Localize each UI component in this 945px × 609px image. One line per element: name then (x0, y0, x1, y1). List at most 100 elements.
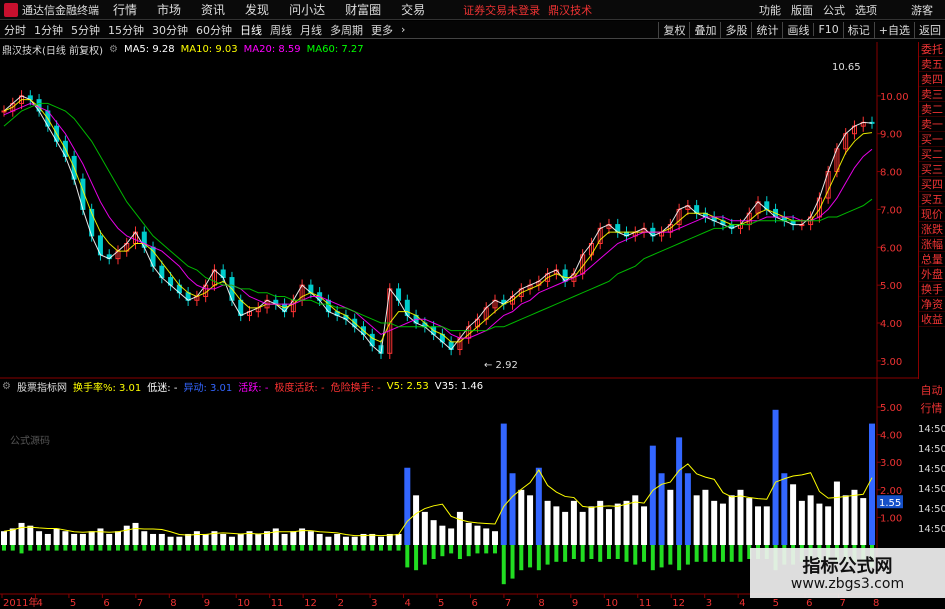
turnover-bar (97, 528, 104, 545)
turnover-bar (676, 437, 683, 545)
time-tick-label: 4 (405, 598, 411, 609)
quote-panel-item[interactable]: 收益 (919, 312, 945, 327)
quote-panel-item[interactable]: 卖四 (919, 72, 945, 87)
turnover-neg-bar (580, 545, 585, 562)
turnover-neg-bar (151, 545, 156, 551)
time-tick-label: 5 (438, 598, 444, 609)
turnover-neg-bar (326, 545, 331, 551)
quote-panel-item[interactable]: 涨幅 (919, 237, 945, 252)
turnover-neg-bar (598, 545, 603, 562)
turnover-neg-bar (387, 545, 392, 551)
turnover-neg-bar (659, 545, 664, 568)
turnover-bar (53, 528, 60, 545)
turnover-bar (509, 473, 516, 545)
sub-tick-label: 4.00 (880, 431, 902, 442)
turnover-neg-bar (501, 545, 506, 585)
turnover-bar (851, 489, 858, 545)
quote-panel-item[interactable]: 换手 (919, 282, 945, 297)
current-value-label: 1.55 (879, 498, 901, 509)
time-tick-label: 8 (538, 598, 544, 609)
turnover-bar (737, 489, 744, 545)
quote-panel2-item[interactable]: 行情 (918, 400, 945, 418)
turnover-neg-bar (177, 545, 182, 551)
series-line-ma20 (3, 102, 873, 339)
turnover-bar (307, 531, 314, 545)
turnover-neg-bar (256, 545, 261, 551)
turnover-bar (684, 473, 691, 545)
turnover-neg-bar (510, 545, 515, 579)
time-label: 14:50 (918, 444, 945, 455)
turnover-bar (150, 533, 157, 545)
turnover-bar (79, 533, 86, 545)
turnover-bar (88, 531, 95, 545)
quote-panel-item[interactable]: 涨跌 (919, 222, 945, 237)
turnover-neg-bar (89, 545, 94, 551)
turnover-neg-bar (642, 545, 647, 562)
time-tick-label: 3 (371, 598, 377, 609)
turnover-bar (413, 495, 420, 545)
turnover-bar (491, 531, 498, 545)
series-line-ma60 (3, 102, 873, 332)
turnover-bar (641, 506, 648, 545)
turnover-neg-bar (694, 545, 699, 562)
turnover-bar (27, 525, 34, 545)
quote-panel-item[interactable]: 买五 (919, 192, 945, 207)
turnover-neg-bar (63, 545, 68, 551)
turnover-bar (816, 503, 823, 545)
turnover-bar (421, 511, 428, 545)
time-tick-label: 9 (572, 598, 578, 609)
turnover-bar (649, 445, 656, 545)
quote-panel-item[interactable]: 卖一 (919, 117, 945, 132)
turnover-bar (378, 536, 385, 545)
turnover-bar (474, 525, 481, 545)
turnover-neg-bar (28, 545, 33, 551)
quote-panel-item[interactable]: 买四 (919, 177, 945, 192)
quote-panel-item[interactable]: 净资 (919, 297, 945, 312)
turnover-bar (728, 495, 735, 545)
quote-panel-item[interactable]: 总量 (919, 252, 945, 267)
turnover-bar (860, 498, 867, 545)
turnover-bar (342, 536, 349, 545)
turnover-bar (106, 533, 113, 545)
turnover-neg-bar (379, 545, 384, 551)
turnover-bar (588, 506, 595, 545)
kline-chart[interactable]: 10.00 9.00 8.00 7.00 6.00 5.00 4.00 3.00 10.65 ← … (0, 0, 945, 609)
turnover-neg-bar (633, 545, 638, 565)
turnover-neg-bar (159, 545, 164, 551)
price-tick-label: 7.00 (880, 205, 902, 216)
quote-panel-item[interactable]: 买二 (919, 147, 945, 162)
turnover-neg-bar (729, 545, 734, 562)
turnover-bar (185, 533, 192, 545)
turnover-bar (500, 423, 507, 545)
turnover-neg-bar (720, 545, 725, 562)
time-tick-label: 6 (806, 598, 812, 609)
quote-panel2-item[interactable]: 自动 (918, 382, 945, 400)
turnover-neg-bar (370, 545, 375, 551)
quote-panel-item[interactable]: 卖二 (919, 102, 945, 117)
turnover-bar (772, 409, 779, 545)
quote-panel-item[interactable]: 委托 (919, 42, 945, 57)
turnover-bar (790, 484, 797, 545)
time-tick-label: 8 (170, 598, 176, 609)
right-quote-panel-2: 自动 行情 (918, 382, 945, 422)
turnover-neg-bar (528, 545, 533, 568)
quote-panel-item[interactable]: 外盘 (919, 267, 945, 282)
turnover-neg-bar (457, 545, 462, 559)
turnover-neg-bar (308, 545, 313, 551)
turnover-neg-bar (606, 545, 611, 559)
turnover-neg-bar (335, 545, 340, 551)
time-tick-label: 3 (706, 598, 712, 609)
sub-tick-label: 1.00 (880, 513, 902, 524)
turnover-neg-bar (677, 545, 682, 571)
quote-panel-item[interactable]: 卖三 (919, 87, 945, 102)
time-tick-label: 10 (237, 598, 250, 609)
turnover-bar (193, 531, 200, 545)
turnover-bar (869, 423, 875, 545)
quote-panel-item[interactable]: 现价 (919, 207, 945, 222)
time-label: 14:50 (918, 524, 945, 535)
time-tick-label: 5 (773, 598, 779, 609)
quote-panel-item[interactable]: 买三 (919, 162, 945, 177)
turnover-neg-bar (396, 545, 401, 551)
quote-panel-item[interactable]: 买一 (919, 132, 945, 147)
quote-panel-item[interactable]: 卖五 (919, 57, 945, 72)
